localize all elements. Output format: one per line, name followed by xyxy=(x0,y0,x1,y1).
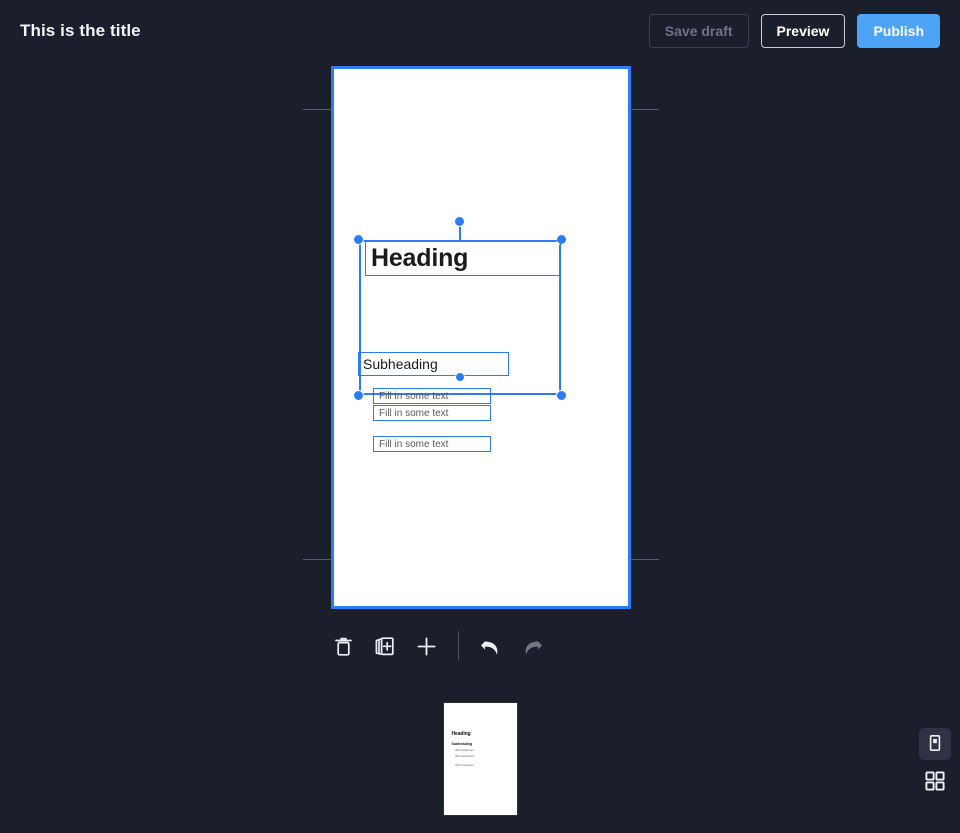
grid-view-button[interactable] xyxy=(919,766,951,798)
page-thumbnail-1[interactable]: Heading Subheading Fill in some text Fil… xyxy=(443,702,517,815)
single-page-icon xyxy=(926,734,944,755)
thumbnail-line-2: Fill in some text xyxy=(455,754,474,758)
grid-icon xyxy=(924,770,946,795)
single-page-view-button[interactable] xyxy=(919,728,951,760)
guide-tick-bottom-right xyxy=(631,559,659,560)
page-thumbnail-strip: Heading Subheading Fill in some text Fil… xyxy=(0,696,960,821)
rotate-handle[interactable] xyxy=(454,216,465,227)
undo-button[interactable] xyxy=(475,627,506,665)
duplicate-page-icon xyxy=(374,635,396,658)
guide-tick-bottom-left xyxy=(303,559,331,560)
thumbnail-line-1: Fill in some text xyxy=(455,748,474,752)
save-draft-button[interactable]: Save draft xyxy=(648,13,749,48)
body-textbox-3[interactable]: Fill in some text xyxy=(373,436,491,452)
duplicate-page-button[interactable] xyxy=(369,627,400,665)
resize-handle-bottom-right[interactable] xyxy=(556,390,567,401)
thumbnail-subheading: Subheading xyxy=(451,741,473,746)
undo-icon xyxy=(478,635,503,658)
publish-button[interactable]: Publish xyxy=(857,13,940,48)
header-actions: Save draft Preview Publish xyxy=(648,13,940,48)
body-textbox-2[interactable]: Fill in some text xyxy=(373,405,491,421)
page-title: This is the title xyxy=(20,20,141,40)
subheading-textbox[interactable]: Subheading xyxy=(358,352,509,376)
plus-icon xyxy=(415,635,438,658)
redo-button[interactable] xyxy=(517,627,548,665)
add-page-button[interactable] xyxy=(411,627,442,665)
guide-tick-top-left xyxy=(303,109,331,110)
thumbnail-heading: Heading xyxy=(451,730,471,737)
thumbnail-line-3: Fill in some text xyxy=(455,763,474,767)
resize-handle-subheading-bottom[interactable] xyxy=(455,372,465,382)
heading-textbox[interactable]: Heading xyxy=(365,240,561,276)
body-textbox-1[interactable]: Fill in some text xyxy=(373,388,491,404)
preview-button[interactable]: Preview xyxy=(760,13,846,48)
resize-handle-bottom-left[interactable] xyxy=(353,390,364,401)
guide-tick-top-right xyxy=(631,109,659,110)
app-header: This is the title Save draft Preview Pub… xyxy=(0,0,960,61)
editor-toolbar xyxy=(328,623,548,669)
page-thumbnail-content: Heading Subheading Fill in some text Fil… xyxy=(452,731,511,767)
editor-stage: Heading Subheading Fill in some text Fil… xyxy=(0,61,960,833)
view-mode-switch xyxy=(919,728,951,798)
selection-group[interactable]: Heading Subheading Fill in some text Fil… xyxy=(353,216,567,452)
redo-icon xyxy=(520,635,545,658)
delete-button[interactable] xyxy=(328,627,359,665)
resize-handle-top-left[interactable] xyxy=(353,234,364,245)
trash-icon xyxy=(333,635,354,658)
toolbar-divider xyxy=(458,631,460,661)
